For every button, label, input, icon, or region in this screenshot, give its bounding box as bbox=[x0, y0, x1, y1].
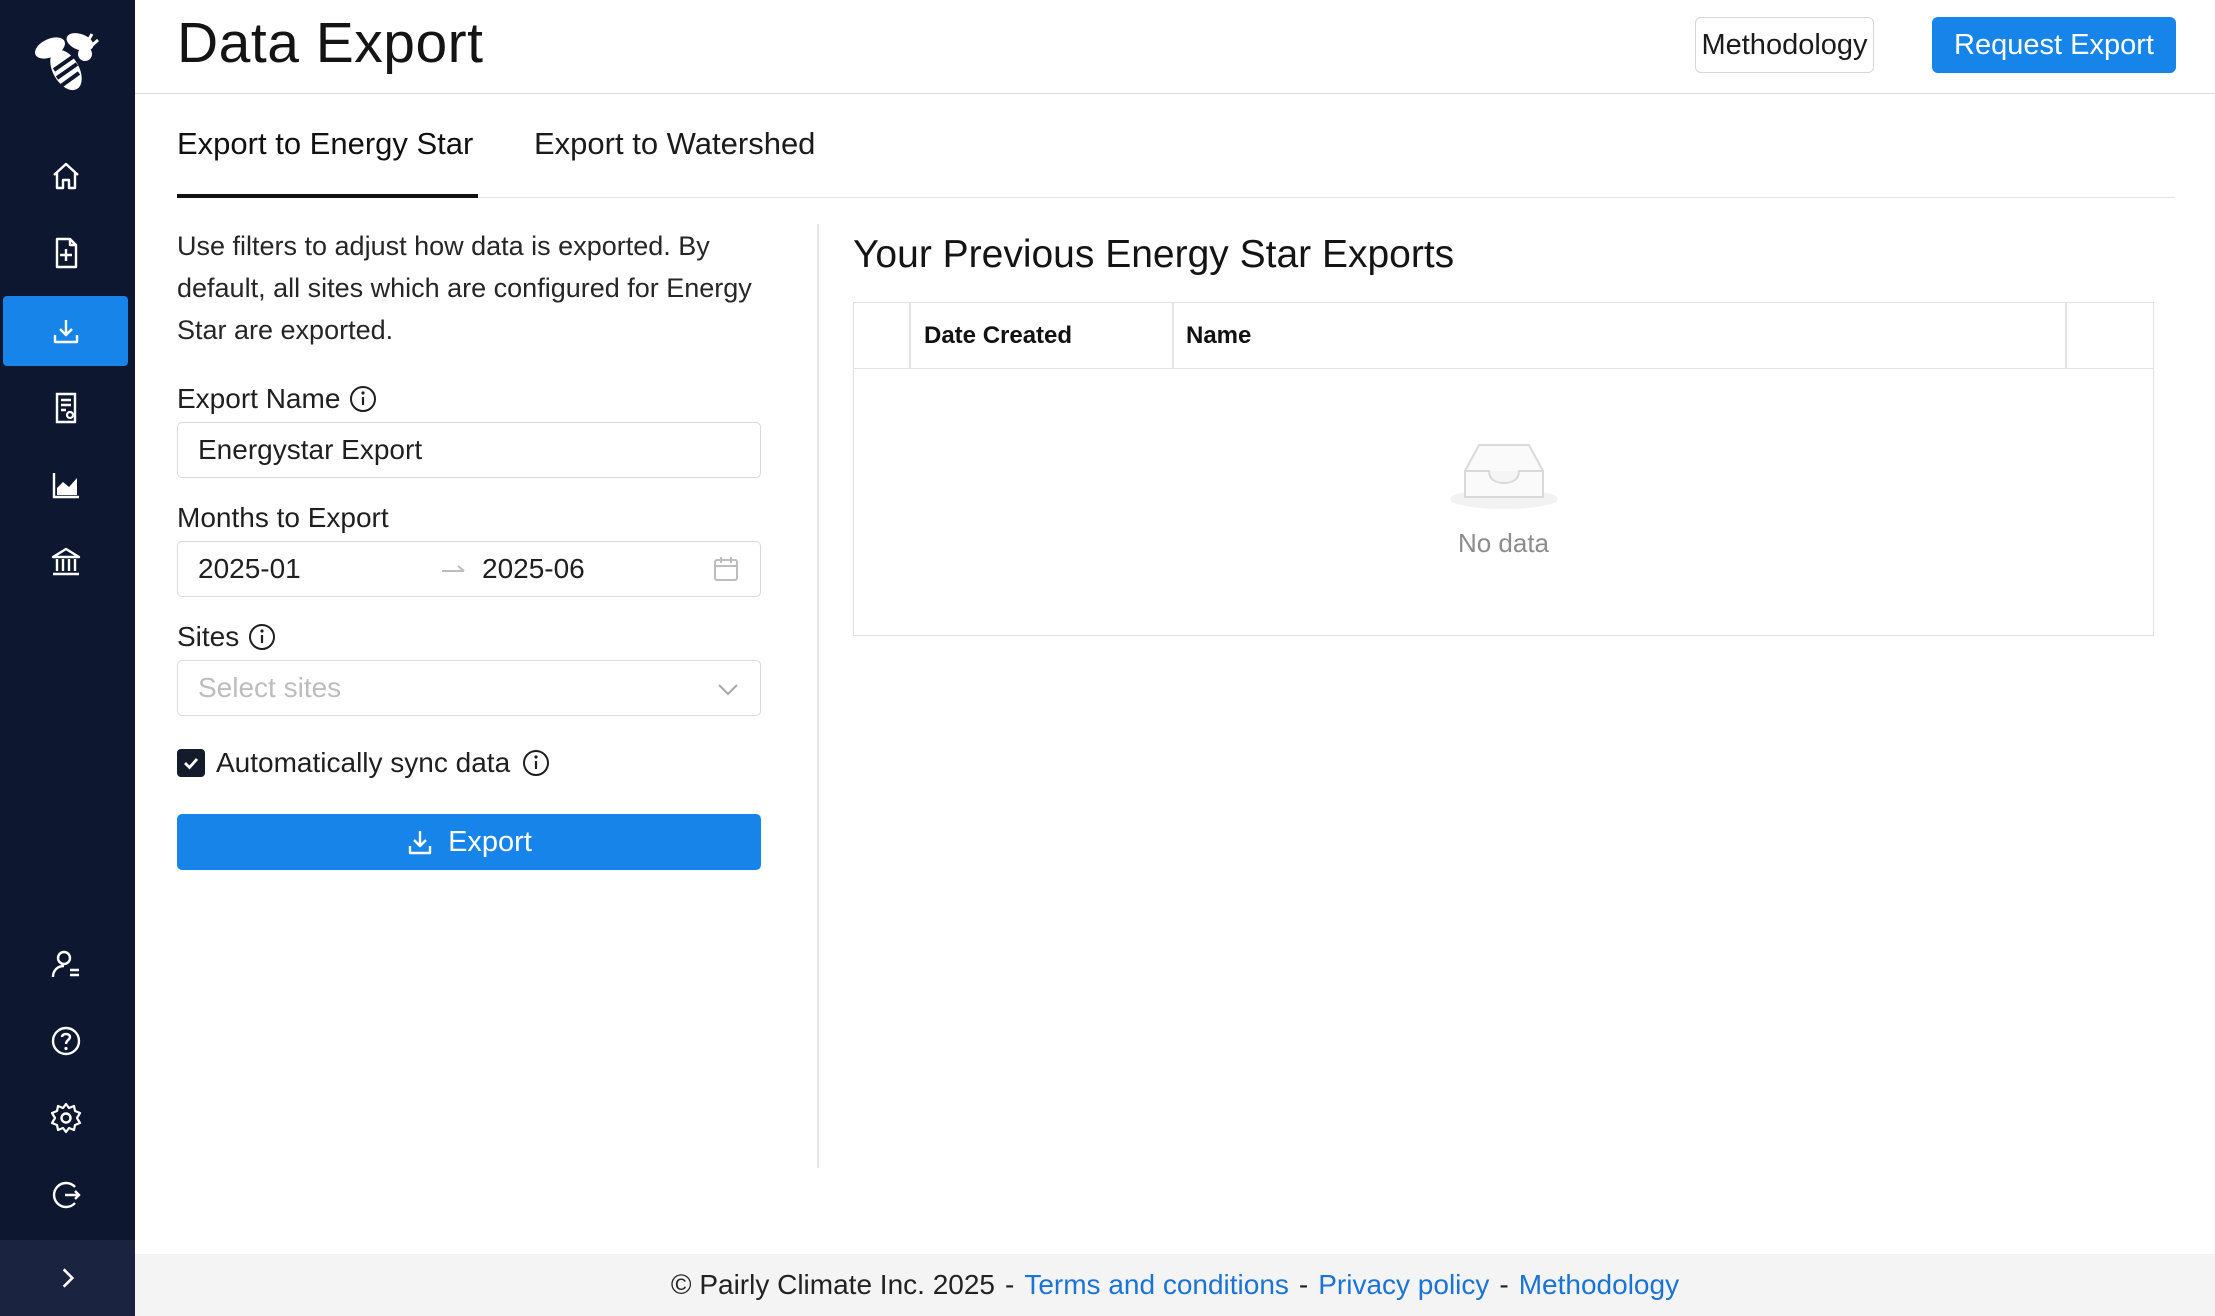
empty-state: No data bbox=[854, 369, 2153, 637]
calendar-icon[interactable] bbox=[712, 555, 740, 583]
export-name-label-text: Export Name bbox=[177, 383, 341, 414]
sidebar-collapse-button[interactable] bbox=[0, 1240, 135, 1316]
add-document-icon bbox=[55, 237, 77, 269]
column-name[interactable]: Name bbox=[1186, 303, 1251, 369]
export-name-label: Export Name bbox=[177, 383, 378, 415]
previous-exports-title: Your Previous Energy Star Exports bbox=[853, 233, 1455, 276]
export-name-input[interactable]: Energystar Export bbox=[177, 422, 761, 478]
month-start-input[interactable]: 2025-01 bbox=[198, 553, 301, 585]
export-form: Use filters to adjust how data is export… bbox=[177, 225, 761, 870]
previous-exports-table: Date Created Name No data bbox=[853, 302, 2154, 636]
info-icon[interactable] bbox=[247, 622, 277, 652]
month-range-picker[interactable]: 2025-01 2025-06 bbox=[177, 541, 761, 597]
sidebar-item-help[interactable] bbox=[3, 1006, 128, 1076]
chevron-right-icon bbox=[62, 1268, 74, 1288]
form-intro-text: Use filters to adjust how data is export… bbox=[177, 231, 752, 345]
export-button[interactable]: Export bbox=[177, 814, 761, 870]
help-icon bbox=[51, 1026, 80, 1056]
sidebar bbox=[0, 0, 135, 1316]
area-chart-icon bbox=[52, 473, 79, 499]
auto-sync-row: Automatically sync data bbox=[177, 747, 551, 779]
sites-select[interactable]: Select sites bbox=[177, 660, 761, 716]
months-label: Months to Export bbox=[177, 502, 389, 534]
sidebar-item-logout[interactable] bbox=[3, 1160, 128, 1230]
info-icon[interactable] bbox=[348, 384, 378, 414]
terms-link[interactable]: Terms and conditions bbox=[1024, 1269, 1289, 1301]
sidebar-item-settings[interactable] bbox=[3, 1083, 128, 1153]
sidebar-item-data-export[interactable] bbox=[3, 296, 128, 366]
bee-logo-icon[interactable] bbox=[30, 26, 102, 102]
tab-export-energy-star[interactable]: Export to Energy Star bbox=[177, 126, 473, 162]
auto-sync-label: Automatically sync data bbox=[216, 747, 511, 778]
sidebar-item-user-settings[interactable] bbox=[3, 929, 128, 999]
privacy-link[interactable]: Privacy policy bbox=[1318, 1269, 1489, 1301]
download-icon bbox=[53, 320, 78, 344]
tab-export-watershed[interactable]: Export to Watershed bbox=[534, 126, 815, 162]
sites-label: Sites bbox=[177, 621, 277, 653]
column-date-created[interactable]: Date Created bbox=[924, 303, 1072, 369]
month-end-input[interactable]: 2025-06 bbox=[482, 553, 585, 585]
sites-placeholder: Select sites bbox=[198, 672, 342, 703]
months-label-text: Months to Export bbox=[177, 502, 389, 533]
request-export-button[interactable]: Request Export bbox=[1932, 17, 2176, 73]
export-tabs: Export to Energy Star Export to Watershe… bbox=[177, 94, 2175, 198]
home-icon bbox=[52, 162, 79, 190]
footer-copyright: © Pairly Climate Inc. 2025 bbox=[670, 1269, 995, 1300]
sidebar-item-reports[interactable] bbox=[3, 373, 128, 443]
active-tab-indicator bbox=[177, 194, 478, 198]
checkmark-icon bbox=[184, 758, 199, 770]
sites-label-text: Sites bbox=[177, 621, 240, 652]
download-icon bbox=[408, 831, 432, 855]
arrow-right-icon bbox=[442, 565, 465, 572]
panel-divider bbox=[817, 224, 819, 1168]
empty-inbox-icon bbox=[1450, 444, 1558, 509]
chevron-down-icon bbox=[718, 684, 738, 696]
sidebar-item-add-document[interactable] bbox=[3, 218, 128, 288]
sidebar-item-institutions[interactable] bbox=[3, 527, 128, 597]
empty-state-text: No data bbox=[1457, 528, 1550, 558]
info-icon[interactable] bbox=[521, 748, 551, 778]
report-icon bbox=[55, 392, 76, 424]
logout-icon bbox=[52, 1181, 81, 1209]
auto-sync-checkbox[interactable] bbox=[177, 749, 205, 777]
user-settings-icon bbox=[51, 950, 79, 978]
page-header: Data Export Methodology Request Export bbox=[135, 0, 2215, 94]
sidebar-item-home[interactable] bbox=[3, 141, 128, 211]
methodology-button[interactable]: Methodology bbox=[1695, 17, 1874, 73]
footer-methodology-link[interactable]: Methodology bbox=[1519, 1269, 1679, 1301]
page-title: Data Export bbox=[177, 11, 484, 75]
table-header: Date Created Name bbox=[854, 303, 2153, 369]
bank-icon bbox=[51, 547, 80, 576]
gear-icon bbox=[50, 1102, 81, 1134]
footer: © Pairly Climate Inc. 2025 - Terms and c… bbox=[135, 1254, 2215, 1316]
export-button-label: Export bbox=[448, 825, 532, 858]
sidebar-item-analytics[interactable] bbox=[3, 450, 128, 520]
